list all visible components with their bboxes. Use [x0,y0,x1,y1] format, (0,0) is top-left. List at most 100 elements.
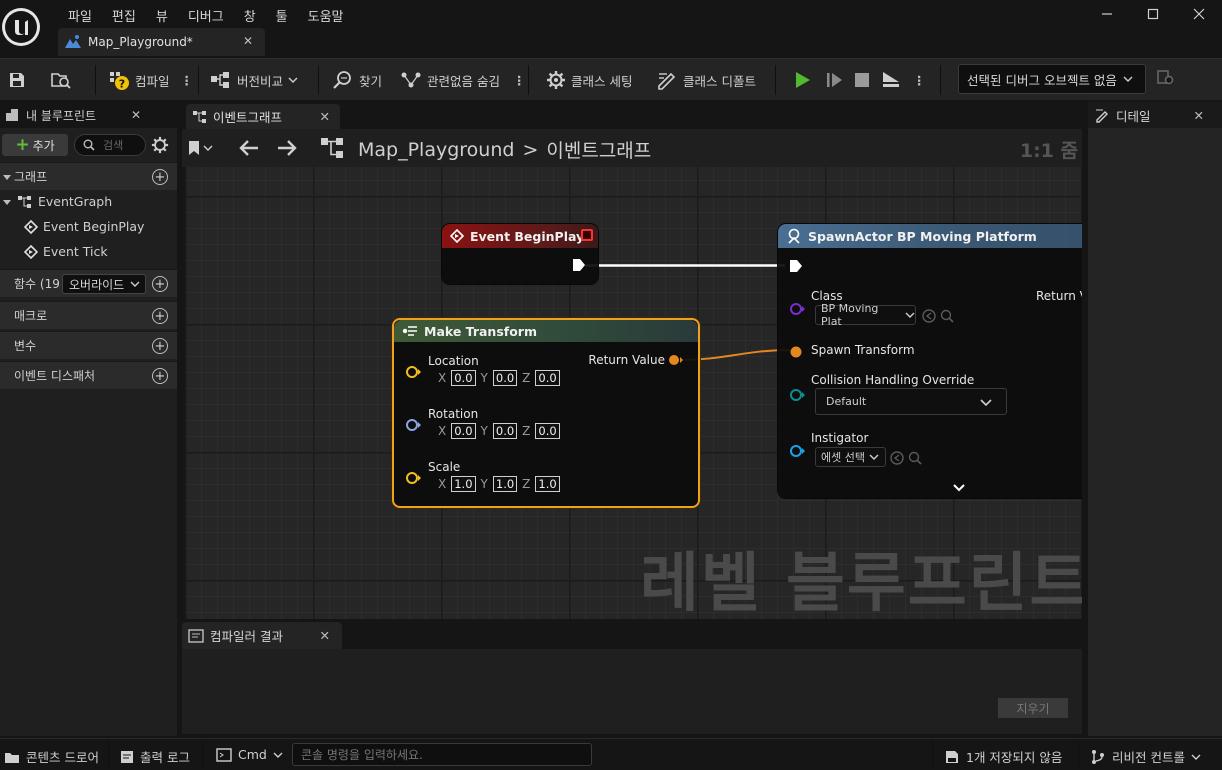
menu-help[interactable]: 도움말 [298,4,354,27]
close-window-button[interactable] [1176,0,1222,28]
class-defaults-button[interactable]: 클래스 디폴트 [656,67,756,93]
stop-button[interactable] [853,67,871,93]
dispatchers-section[interactable]: 이벤트 디스패처 + [0,361,177,389]
breadcrumb-root[interactable]: Map_Playground [358,139,514,161]
tree-item-eventgraph[interactable]: EventGraph [2,194,112,209]
scale-x-field[interactable]: 1.0 [451,476,476,492]
collision-pin[interactable] [789,388,807,402]
use-browse-icons[interactable] [889,450,925,466]
make-transform-node[interactable]: Make Transform Return Value Location X 0.… [392,318,700,508]
instigator-dropdown[interactable]: 에셋 선택 [815,447,886,467]
add-macro-icon[interactable]: + [152,308,168,324]
compile-button[interactable]: ? 컴파일 ⋮ [108,67,193,93]
collision-dropdown[interactable]: Default [815,388,1007,415]
my-blueprint-tab[interactable]: 내 블루프린트 ✕ [0,102,177,128]
exec-in-pin[interactable] [789,259,803,273]
variables-section[interactable]: 변수 + [0,331,177,359]
exec-out-pin[interactable] [572,258,586,272]
clear-button[interactable]: 지우기 [998,698,1068,718]
add-variable-icon[interactable]: + [152,338,168,354]
tab-eventgraph[interactable]: 이벤트그래프 ✕ [186,104,340,129]
console-command-input[interactable] [292,743,592,766]
search-input[interactable]: 검색 [74,134,146,156]
settings-gear-icon[interactable] [151,136,169,157]
play-options-icon[interactable]: ⋮ [913,73,925,88]
add-dispatcher-icon[interactable]: + [152,368,168,384]
eventgraph-tab-label: 이벤트그래프 [213,110,283,125]
location-pin[interactable] [405,365,423,379]
spawn-actor-node[interactable]: SpawnActor BP Moving Platform Class Retu… [778,224,1082,498]
add-button[interactable]: + 추가 [2,134,68,156]
instigator-pin[interactable] [789,444,807,458]
tree-item-event-tick[interactable]: Event Tick [24,244,108,259]
close-tab-icon[interactable]: ✕ [320,109,330,124]
return-value-pin[interactable] [668,353,684,367]
tree-item-event-beginplay[interactable]: Event BeginPlay [24,219,144,234]
scale-pin[interactable] [405,471,423,485]
maximize-button[interactable] [1130,0,1176,28]
chevron-down-icon [273,752,283,758]
rotation-z-field[interactable]: 0.0 [535,423,560,439]
back-button[interactable] [238,138,260,161]
cmd-label: Cmd [238,747,267,762]
rotation-y-field[interactable]: 0.0 [492,423,518,439]
menu-debug[interactable]: 디버그 [178,4,234,27]
debug-browse-icon[interactable] [1156,68,1176,91]
class-settings-button[interactable]: 클래스 세팅 [546,67,632,93]
menu-tools[interactable]: 툴 [266,4,298,27]
close-tab-icon[interactable]: ✕ [131,108,141,122]
rotation-x-field[interactable]: 0.0 [451,423,476,439]
save-button[interactable] [8,67,26,93]
find-button[interactable]: 찾기 [332,67,382,93]
location-z-field[interactable]: 0.0 [535,370,560,386]
use-browse-icons[interactable] [921,308,957,324]
unsaved-button[interactable]: 1개 저장되지 않음 [944,747,1062,766]
graph-canvas[interactable]: 레벨 블루프린트 Event BeginPlay Make Transform … [185,167,1082,619]
scale-z-field[interactable]: 1.0 [535,476,560,492]
delegate-pin[interactable] [581,229,593,241]
scale-y-field[interactable]: 1.0 [492,476,518,492]
hide-unrelated-options-icon[interactable]: ⋮ [513,73,525,88]
cmd-dropdown[interactable]: Cmd [216,747,283,762]
add-function-icon[interactable]: + [152,276,168,292]
graphs-label: 그래프 [14,170,48,184]
forward-button[interactable] [276,138,298,161]
content-drawer-button[interactable]: 콘텐츠 드로어 [4,747,99,766]
compiler-results-tab[interactable]: 컴파일러 결과 ✕ [182,622,342,649]
unreal-logo-icon[interactable] [2,8,40,46]
functions-section[interactable]: 함수 (19 S 오버라이드 + [0,269,177,297]
step-button[interactable] [824,67,844,93]
class-dropdown[interactable]: BP Moving Plat [815,302,916,328]
bookmark-button[interactable] [188,140,213,156]
override-dropdown[interactable]: 오버라이드 [62,274,146,294]
document-tab[interactable]: Map_Playground* ✕ [58,28,265,56]
close-tab-icon[interactable]: ✕ [320,628,330,643]
compile-options-icon[interactable]: ⋮ [181,73,193,88]
diff-button[interactable]: 버전비교 [210,67,298,93]
event-beginplay-node[interactable]: Event BeginPlay [442,224,598,284]
macros-section[interactable]: 매크로 + [0,301,177,329]
debug-object-dropdown[interactable]: 선택된 디버그 오브젝트 없음 [958,64,1146,94]
play-button[interactable] [792,67,812,93]
revision-control-button[interactable]: 리비전 컨트롤 [1090,747,1201,766]
menu-view[interactable]: 뷰 [146,4,178,27]
rotation-pin[interactable] [405,418,423,432]
eject-button[interactable]: ⋮ [880,67,925,93]
menu-file[interactable]: 파일 [58,4,102,27]
close-tab-icon[interactable]: ✕ [243,34,253,48]
close-tab-icon[interactable]: ✕ [1194,108,1204,123]
add-graph-icon[interactable]: + [152,169,168,185]
expand-advanced-icon[interactable] [952,483,966,493]
menu-edit[interactable]: 편집 [102,4,146,27]
spawn-transform-pin[interactable] [789,345,803,359]
browse-button[interactable] [50,67,72,93]
output-log-button[interactable]: 출력 로그 [120,747,190,766]
details-tab[interactable]: 디테일 ✕ [1088,102,1222,128]
class-pin[interactable] [789,302,807,316]
location-y-field[interactable]: 0.0 [492,370,518,386]
location-x-field[interactable]: 0.0 [451,370,476,386]
graphs-section[interactable]: 그래프 + [0,162,177,190]
menu-window[interactable]: 창 [234,4,266,27]
hide-unrelated-button[interactable]: 관련없음 숨김 ⋮ [400,67,525,93]
minimize-button[interactable] [1084,0,1130,28]
